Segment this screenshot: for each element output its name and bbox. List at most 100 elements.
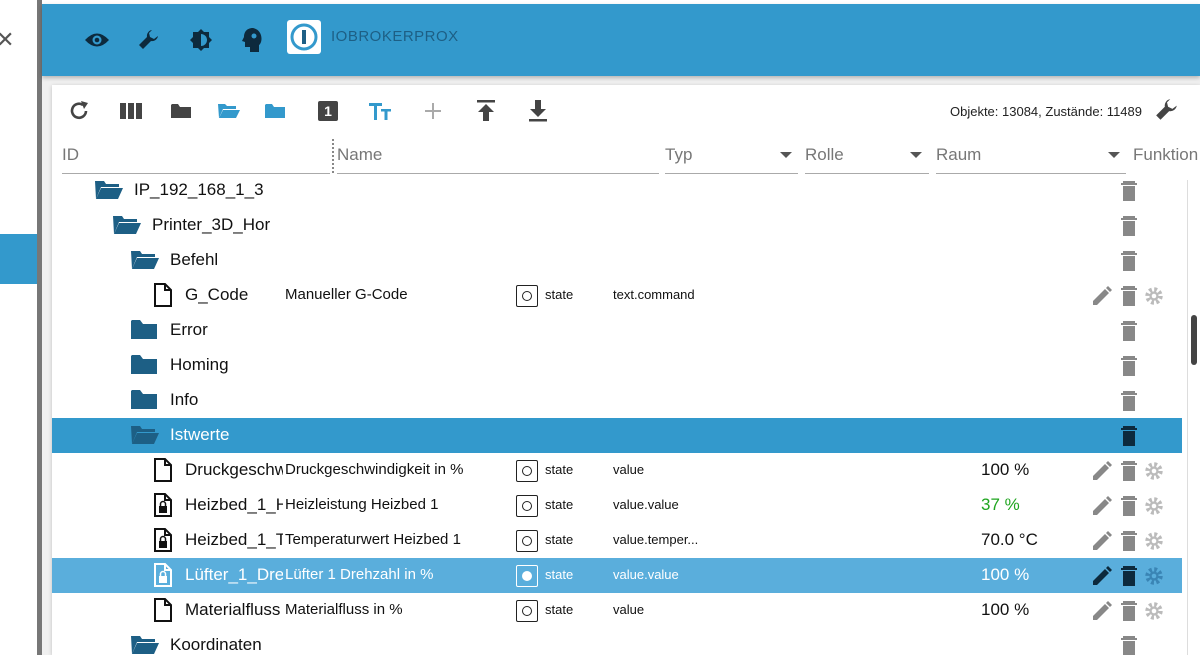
folder-icon xyxy=(131,390,157,409)
delete-icon[interactable] xyxy=(1118,249,1140,273)
delete-icon[interactable] xyxy=(1118,354,1140,378)
delete-icon[interactable] xyxy=(1118,319,1140,343)
delete-icon[interactable] xyxy=(1118,389,1140,413)
row-value[interactable]: 100 % xyxy=(981,565,1029,585)
app-logo xyxy=(287,20,321,54)
edit-icon[interactable] xyxy=(1090,599,1112,623)
close-icon[interactable]: ✕ xyxy=(0,28,14,53)
app-title: IOBROKERPROX xyxy=(331,28,459,45)
row-actions xyxy=(1090,459,1170,483)
tree-row[interactable]: G_Code Manueller G-Code state text.comma… xyxy=(52,278,1182,313)
one-label: 1 xyxy=(318,101,338,121)
row-typ: state xyxy=(545,602,574,617)
col-rolle[interactable]: Rolle xyxy=(805,145,844,165)
tree-row[interactable]: IP_192_168_1_3 xyxy=(52,173,1182,208)
tree-row[interactable]: Homing xyxy=(52,348,1182,383)
row-typ: state xyxy=(545,497,574,512)
delete-icon[interactable] xyxy=(1118,564,1140,588)
col-name[interactable]: Name xyxy=(337,145,382,165)
delete-icon[interactable] xyxy=(1118,599,1140,623)
eye-icon[interactable] xyxy=(83,26,111,54)
row-value[interactable]: 100 % xyxy=(981,460,1029,480)
wrench-icon[interactable] xyxy=(135,26,163,54)
folder-open-icon xyxy=(131,426,159,444)
upload-icon[interactable] xyxy=(473,98,499,124)
delete-icon[interactable] xyxy=(1118,634,1140,655)
folder-open-icon[interactable] xyxy=(216,98,242,124)
row-id: IP_192_168_1_3 xyxy=(134,180,264,199)
file-icon xyxy=(154,458,172,482)
tree-row-selected[interactable]: Istwerte xyxy=(52,418,1182,453)
gear-icon[interactable] xyxy=(1143,564,1165,588)
delete-icon[interactable] xyxy=(1118,284,1140,308)
row-value[interactable]: 70.0 °C xyxy=(981,530,1038,550)
row-id: Error xyxy=(170,320,208,339)
gear-icon[interactable] xyxy=(1143,494,1165,518)
tree-row[interactable]: Druckgeschw Druckgeschwindigkeit in % st… xyxy=(52,453,1182,488)
delete-icon[interactable] xyxy=(1118,179,1140,203)
gear-icon[interactable] xyxy=(1143,284,1165,308)
tree-row[interactable]: Koordinaten xyxy=(52,628,1182,655)
gear-icon[interactable] xyxy=(1143,529,1165,553)
tree-row-selected[interactable]: Lüfter_1_Dre Lüfter 1 Drehzahl in % stat… xyxy=(52,558,1182,593)
delete-icon[interactable] xyxy=(1118,494,1140,518)
folder-icon[interactable] xyxy=(168,98,194,124)
file-lock-icon xyxy=(154,528,172,552)
sidebar-selected-item[interactable] xyxy=(0,234,38,284)
row-id: G_Code xyxy=(185,285,249,304)
row-typ: state xyxy=(545,567,574,582)
tree-row[interactable]: Error xyxy=(52,313,1182,348)
row-id: Istwerte xyxy=(170,425,230,444)
folder-blue-icon[interactable] xyxy=(262,98,288,124)
gear-icon[interactable] xyxy=(1143,599,1165,623)
refresh-icon[interactable] xyxy=(66,98,92,124)
delete-icon[interactable] xyxy=(1118,459,1140,483)
toolbar: 1 Objekte: 13084, Zustände: 11489 xyxy=(52,85,1200,137)
edit-icon[interactable] xyxy=(1090,459,1112,483)
tree-row[interactable]: Heizbed_1_H Heizleistung Heizbed 1 state… xyxy=(52,488,1182,523)
settings-wrench-icon[interactable] xyxy=(1154,97,1182,125)
one-icon[interactable]: 1 xyxy=(315,98,341,124)
brightness-icon[interactable] xyxy=(187,26,215,54)
delete-icon[interactable] xyxy=(1118,214,1140,238)
head-icon[interactable] xyxy=(239,26,267,54)
row-id: Druckgeschw xyxy=(185,460,283,479)
row-rolle: value xyxy=(613,462,645,477)
add-icon[interactable] xyxy=(420,98,446,124)
row-rolle: value.temper... xyxy=(613,532,699,547)
edit-icon[interactable] xyxy=(1090,494,1112,518)
tree-row[interactable]: Printer_3D_Hor xyxy=(52,208,1182,243)
edit-icon[interactable] xyxy=(1090,284,1112,308)
columns-icon[interactable] xyxy=(118,98,144,124)
col-raum[interactable]: Raum xyxy=(936,145,981,165)
tree-row[interactable]: Befehl xyxy=(52,243,1182,278)
column-resize-handle[interactable] xyxy=(332,139,334,173)
row-id: Info xyxy=(170,390,199,409)
row-rolle: value xyxy=(613,602,645,617)
raum-dropdown-icon[interactable] xyxy=(1108,152,1120,158)
row-actions xyxy=(1090,529,1170,553)
tree-row[interactable]: Heizbed_1_T Temperaturwert Heizbed 1 sta… xyxy=(52,523,1182,558)
row-value[interactable]: 100 % xyxy=(981,600,1029,620)
tree-row[interactable]: Materialfluss Materialfluss in % state v… xyxy=(52,593,1182,628)
text-size-icon[interactable] xyxy=(367,98,393,124)
row-typ: state xyxy=(545,462,574,477)
edit-icon[interactable] xyxy=(1090,564,1112,588)
sidebar-divider[interactable] xyxy=(37,0,42,655)
row-typ: state xyxy=(545,532,574,547)
col-typ[interactable]: Typ xyxy=(665,145,692,165)
download-icon[interactable] xyxy=(525,98,551,124)
gear-icon[interactable] xyxy=(1143,459,1165,483)
row-actions xyxy=(1090,564,1170,588)
row-value[interactable]: 37 % xyxy=(981,495,1020,515)
typ-dropdown-icon[interactable] xyxy=(780,152,792,158)
tree-row[interactable]: Info xyxy=(52,383,1182,418)
row-id: Materialfluss xyxy=(185,600,281,619)
app-header: IOBROKERPROX xyxy=(42,4,1200,76)
col-funktion[interactable]: Funktion xyxy=(1133,145,1200,165)
col-id[interactable]: ID xyxy=(62,145,79,165)
delete-icon[interactable] xyxy=(1118,424,1140,448)
delete-icon[interactable] xyxy=(1118,529,1140,553)
rolle-dropdown-icon[interactable] xyxy=(910,152,922,158)
edit-icon[interactable] xyxy=(1090,529,1112,553)
